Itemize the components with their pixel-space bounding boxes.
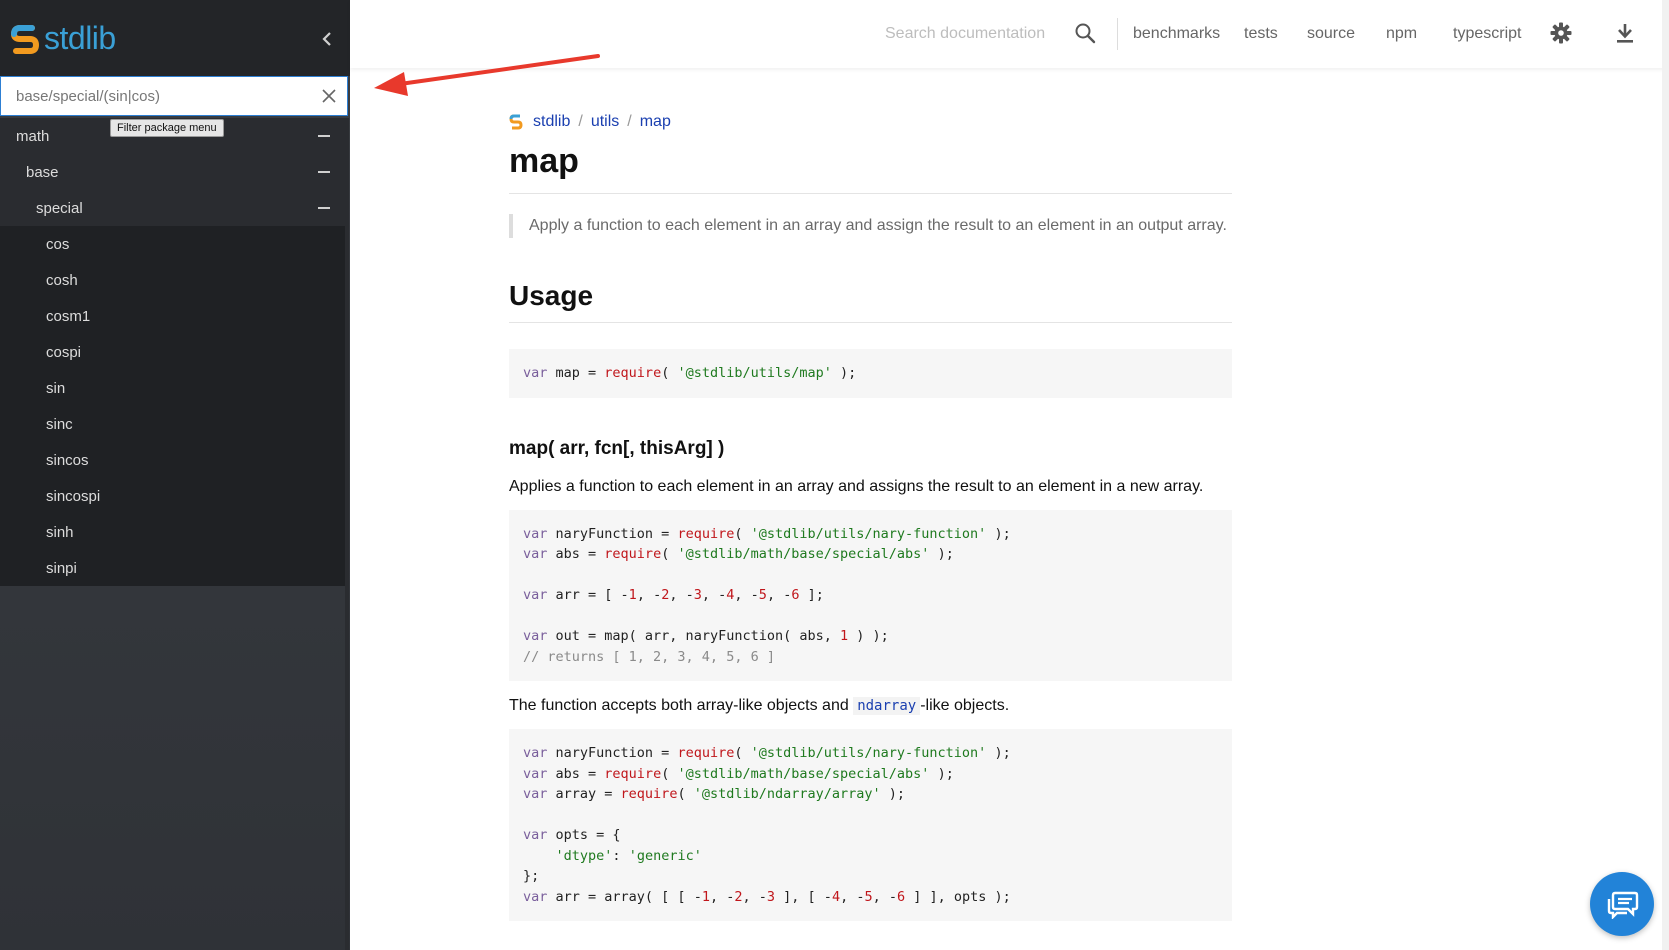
breadcrumb: stdlib / utils / map — [509, 112, 1232, 132]
filter-tooltip: Filter package menu — [110, 119, 224, 137]
link-tests[interactable]: tests — [1244, 25, 1278, 43]
chat-icon — [1607, 891, 1639, 919]
menu-item-label: cospi — [46, 343, 82, 361]
menu-item-sinpi[interactable]: sinpi — [0, 550, 348, 586]
page-scrollbar[interactable] — [1662, 0, 1669, 950]
menu-item-sinh[interactable]: sinh — [0, 514, 348, 550]
package-description: Apply a function to each element in an a… — [509, 214, 1232, 238]
menu-item-label: base — [26, 163, 59, 181]
menu-item-label: sinc — [46, 415, 73, 433]
main-content: stdlib / utils / map map Apply a functio… — [509, 112, 1232, 921]
collapse-sidebar-button[interactable] — [316, 28, 338, 50]
menu-item-cos[interactable]: cos — [0, 226, 348, 262]
collapse-minus-icon[interactable] — [318, 207, 330, 209]
gear-glyph — [1550, 22, 1572, 44]
usage-heading: Usage — [509, 280, 1232, 323]
link-typescript[interactable]: typescript — [1453, 25, 1521, 43]
sidebar-scrollbar[interactable] — [345, 118, 349, 950]
breadcrumb-stdlib[interactable]: stdlib — [533, 113, 570, 131]
menu-item-label: sinpi — [46, 559, 77, 577]
link-source[interactable]: source — [1307, 25, 1355, 43]
link-benchmarks[interactable]: benchmarks — [1133, 25, 1220, 43]
menu-item-base[interactable]: base — [0, 154, 348, 190]
package-menu: math base special cos cosh cosm1 cospi s… — [0, 118, 348, 586]
function-signature: map( arr, fcn[, thisArg] ) — [509, 437, 725, 459]
menu-item-label: sin — [46, 379, 66, 397]
filter-input[interactable] — [1, 77, 311, 115]
menu-item-sincospi[interactable]: sincospi — [0, 478, 348, 514]
signature-description: Applies a function to each element in an… — [509, 477, 1204, 495]
logo-text: stdlib — [44, 20, 116, 56]
menu-item-label: cosh — [46, 271, 78, 289]
logo[interactable]: stdlib — [10, 20, 116, 57]
code-block-example-1: var naryFunction = require( '@stdlib/uti… — [509, 509, 1232, 681]
menu-item-cosh[interactable]: cosh — [0, 262, 348, 298]
sidebar: stdlib Filter package menu math base spe… — [0, 0, 350, 950]
menu-item-cospi[interactable]: cospi — [0, 334, 348, 370]
filter-box — [0, 76, 348, 116]
menu-item-label: sincos — [46, 451, 89, 469]
menu-item-label: cos — [46, 235, 70, 253]
download-glyph — [1617, 24, 1633, 43]
menu-item-sincos[interactable]: sincos — [0, 442, 348, 478]
annotation-arrow — [374, 54, 600, 96]
stdlib-logo-icon — [509, 114, 523, 130]
collapse-minus-icon[interactable] — [318, 135, 330, 137]
breadcrumb-separator: / — [627, 113, 632, 130]
menu-item-label: cosm1 — [46, 307, 91, 325]
menu-item-special[interactable]: special — [0, 190, 348, 226]
gear-icon[interactable] — [1550, 22, 1572, 49]
menu-item-label: math — [16, 127, 50, 145]
code-block-usage: var map = require( '@stdlib/utils/map' )… — [509, 349, 1232, 398]
ndarray-note-before: The function accepts both array-like obj… — [509, 697, 849, 714]
stdlib-logo-icon — [10, 24, 40, 54]
ndarray-inline-code: ndarray — [853, 697, 921, 715]
search-glyph — [1075, 23, 1096, 44]
breadcrumb-utils[interactable]: utils — [591, 113, 619, 131]
download-icon[interactable] — [1615, 22, 1635, 49]
menu-item-cosm1[interactable]: cosm1 — [0, 298, 348, 334]
divider — [1117, 18, 1118, 50]
collapse-minus-icon[interactable] — [318, 171, 330, 173]
clear-filter-button[interactable] — [319, 86, 339, 106]
menu-item-label: special — [36, 199, 83, 217]
breadcrumb-map[interactable]: map — [640, 113, 671, 131]
ndarray-note: The function accepts both array-like obj… — [509, 697, 1232, 715]
menu-item-label: sinh — [46, 523, 74, 541]
chat-button[interactable] — [1590, 872, 1654, 936]
ndarray-note-after: -like objects. — [920, 697, 1010, 714]
menu-item-sin[interactable]: sin — [0, 370, 348, 406]
link-npm[interactable]: npm — [1386, 25, 1417, 43]
chevron-left-icon — [322, 32, 331, 46]
menu-item-sinc[interactable]: sinc — [0, 406, 348, 442]
page-title: map — [509, 142, 1232, 194]
search-input[interactable]: Search documentation — [885, 25, 1045, 43]
code-block-example-2: var naryFunction = require( '@stdlib/uti… — [509, 729, 1232, 921]
search-icon[interactable] — [1074, 22, 1096, 49]
sidebar-header: stdlib — [0, 0, 350, 76]
close-icon — [322, 89, 336, 103]
menu-item-label: sincospi — [46, 487, 101, 505]
breadcrumb-separator: / — [578, 113, 583, 130]
